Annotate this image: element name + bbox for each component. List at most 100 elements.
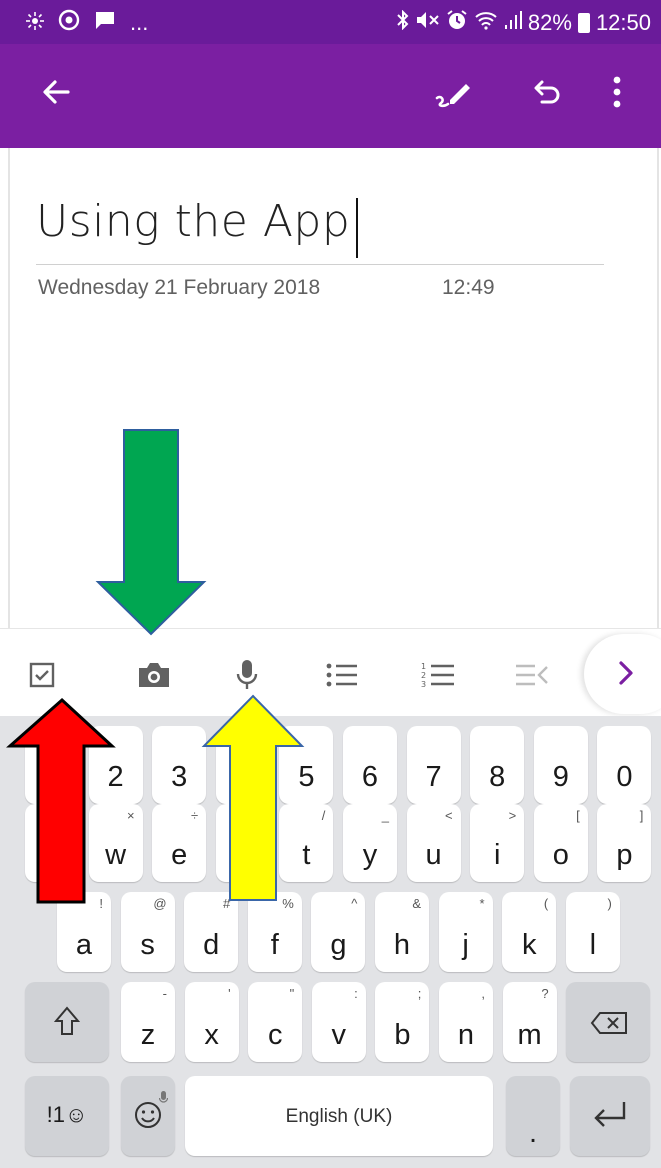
key-label: 3 [171,761,188,793]
status-left: ... [26,9,148,37]
key-k[interactable]: k( [502,892,557,972]
key-o[interactable]: o[ [533,804,588,882]
numbered-list-icon[interactable]: 123 [418,655,458,695]
key-e[interactable]: e ÷ [152,804,207,882]
note-date: Wednesday 21 February 2018 [38,276,321,299]
key-p[interactable]: p] [597,804,652,882]
status-ellipsis: ... [130,10,149,35]
key-alt-label: & [412,896,421,911]
shift-key[interactable] [25,982,109,1062]
key-n[interactable]: n, [439,982,493,1062]
key-u[interactable]: u < [406,804,461,882]
bluetooth-icon [396,9,410,36]
key-w[interactable]: w × [88,804,143,882]
page-left-edge [8,148,10,628]
key-f[interactable]: f% [247,892,302,972]
key-q[interactable]: q + [25,804,79,882]
toolbar-expand-button[interactable] [584,634,661,714]
key-label: y [362,839,378,871]
key-2[interactable]: 2 [88,726,143,804]
key-label: v [331,1019,347,1051]
key-label: q [43,839,61,871]
key-alt-label: ] [639,808,644,823]
key-label: r [237,839,248,871]
key-c[interactable]: c " [248,982,303,1062]
bullet-list-icon[interactable] [322,655,362,695]
key-i[interactable]: i > [470,804,525,882]
wifi-icon [474,10,498,36]
key-label: h [393,929,411,961]
message-icon [94,10,116,36]
key-6[interactable]: 6 [343,726,397,804]
period-key-label: . [528,1117,538,1149]
key-3[interactable]: 3 [152,726,207,804]
key-a[interactable]: a! [57,892,111,972]
key-x[interactable]: x ' [184,982,239,1062]
key-4[interactable]: 4 [215,726,270,804]
key-label: l [589,929,597,961]
key-label: b [394,1019,411,1051]
key-label: f [270,929,279,961]
undo-icon[interactable] [530,74,566,115]
key-g[interactable]: g ^ [311,892,366,972]
period-key[interactable]: . [506,1076,560,1156]
key-y[interactable]: y _ [343,804,397,882]
key-8[interactable]: 8 [470,726,525,804]
key-s[interactable]: s @ [120,892,175,972]
key-m[interactable]: m? [502,982,557,1062]
key-alt-label: - [162,986,167,1001]
key-r[interactable]: r = [215,804,270,882]
emoji-key[interactable] [121,1076,175,1156]
key-h[interactable]: h & [375,892,429,972]
key-j[interactable]: j * [438,892,493,972]
key-l[interactable]: l) [565,892,620,972]
key-alt-label: _ [381,808,389,823]
svg-text:2: 2 [421,671,426,680]
key-b[interactable]: b; [375,982,430,1062]
key-d[interactable]: d # [184,892,239,972]
microphone-icon[interactable] [227,655,267,695]
formatting-toolbar: 123 [0,628,661,717]
outdent-icon[interactable] [512,655,552,695]
key-v[interactable]: v: [311,982,366,1062]
status-bar: ... 82% 12:50 [0,0,661,44]
enter-key[interactable] [570,1076,650,1156]
status-time: 12:50 [595,10,651,35]
key-alt-label: ; [417,986,422,1001]
key-0[interactable]: 0 [597,726,652,804]
key-label: e [171,839,188,871]
key-9[interactable]: 9 [533,726,588,804]
mic-hint-icon [158,1080,169,1113]
camera-icon[interactable] [134,655,174,695]
key-label: 9 [552,761,569,793]
alarm-clock-icon [446,9,468,37]
key-z[interactable]: z- [121,982,175,1062]
key-alt-label: + [63,808,71,823]
key-7[interactable]: 7 [406,726,461,804]
note-title[interactable]: Using the App [36,196,350,247]
signal-icon [504,10,522,36]
key-label: s [140,929,155,961]
key-alt-label: " [289,986,295,1001]
key-1[interactable]: 1 [25,726,79,804]
pen-icon[interactable] [434,74,474,115]
key-label: c [267,1019,283,1051]
key-label: n [457,1019,475,1051]
key-alt-label: / [321,808,326,823]
key-label: k [521,929,537,961]
symbols-key[interactable]: !1☺ [25,1076,109,1156]
spacebar-key[interactable]: English (UK) [185,1076,493,1156]
sync-icon [26,10,44,36]
enter-icon [590,1098,630,1138]
app-bar [0,44,661,148]
key-5[interactable]: 5 [279,726,334,804]
back-arrow-icon[interactable] [38,74,74,115]
page-right-edge [657,148,659,628]
key-t[interactable]: t / [279,804,334,882]
key-alt-label: @ [153,896,167,911]
more-vert-icon[interactable] [612,74,622,115]
checkbox-icon[interactable] [22,655,62,695]
key-label: w [105,839,127,871]
backspace-key[interactable] [566,982,650,1062]
key-label: 1 [43,761,61,793]
